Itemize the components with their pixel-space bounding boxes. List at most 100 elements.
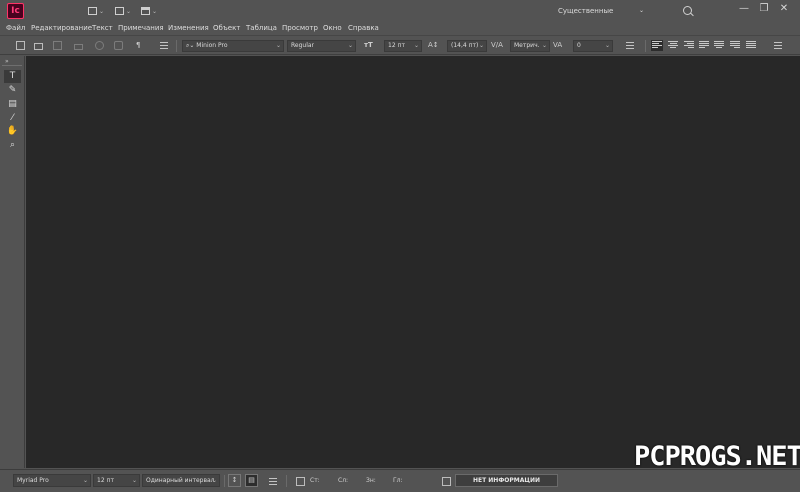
galley-menu-icon[interactable]	[269, 478, 277, 485]
paragraph-menu-icon[interactable]	[774, 42, 782, 49]
open-folder-icon[interactable]	[34, 43, 43, 50]
copyfit-info-icon[interactable]	[442, 477, 451, 486]
justify-all-icon[interactable]	[746, 41, 756, 50]
menu-help[interactable]: Справка	[348, 22, 379, 34]
font-size-icon: ᴛT	[364, 41, 373, 49]
incopy-logo: Ic	[7, 3, 24, 19]
font-family-select[interactable]: ⌕⌄ Minion Pro ⌄	[182, 40, 284, 52]
align-center-icon[interactable]	[668, 41, 678, 50]
chevron-down-icon: ⌄	[413, 42, 419, 49]
menu-changes[interactable]: Изменения	[168, 22, 209, 34]
chevron-down-icon: ⌄	[275, 42, 281, 49]
menu-edit[interactable]: Редактирование	[31, 22, 92, 34]
line-spacing-value: Одинарный интервал	[146, 477, 215, 484]
menu-notes[interactable]: Примечания	[118, 22, 164, 34]
screen-mode-icon	[115, 7, 124, 15]
arrange-documents-button[interactable]: ⌄	[141, 5, 163, 17]
kerning-value: Метрич.	[514, 42, 540, 49]
copyfit-icon[interactable]	[296, 477, 305, 486]
chevron-down-icon: ⌄	[152, 7, 158, 15]
divider	[286, 475, 287, 487]
minimize-button[interactable]: —	[735, 2, 753, 16]
new-document-icon[interactable]	[16, 41, 25, 50]
divider	[176, 40, 177, 52]
control-panel: ¶ ⌕⌄ Minion Pro ⌄ Regular ⌄ ᴛT 12 пт ⌄ A↕ (…	[0, 35, 800, 55]
note-icon: ▤	[8, 99, 17, 109]
tracking-field[interactable]: 0 ⌄	[573, 40, 613, 52]
view-options-button[interactable]: ⌄	[88, 5, 110, 17]
line-count-label: Ст:	[310, 477, 320, 484]
paragraph-styles-toggle[interactable]: ▤	[245, 474, 258, 487]
screen-mode-button[interactable]: ⌄	[115, 5, 137, 17]
menu-table[interactable]: Таблица	[246, 22, 277, 34]
word-count-label: Сл:	[338, 477, 349, 484]
chevron-down-icon: ⌄	[347, 42, 353, 49]
arrange-icon	[141, 7, 150, 15]
zoom-icon: ⌕	[9, 140, 16, 150]
leading-value: (14,4 пт)	[451, 42, 479, 49]
eyedropper-tool[interactable]: ⁄	[4, 112, 21, 125]
type-tool[interactable]: T	[4, 70, 21, 83]
position-tool[interactable]: ✎	[4, 84, 21, 97]
find-icon[interactable]	[95, 41, 104, 50]
chevron-down-icon: ⌄	[131, 477, 137, 484]
menu-file[interactable]: Файл	[6, 22, 25, 34]
font-style-select[interactable]: Regular ⌄	[287, 40, 356, 52]
line-spacing-select[interactable]: Одинарный интервал ⌄	[142, 474, 220, 487]
font-family-value: Minion Pro	[196, 42, 228, 49]
character-menu-icon[interactable]	[626, 42, 634, 49]
font-size-field[interactable]: 12 пт ⌄	[384, 40, 422, 52]
document-canvas[interactable]	[26, 56, 800, 468]
menu-bar: Файл Редактирование Текст Примечания Изм…	[0, 22, 800, 34]
hand-tool[interactable]: ✋	[4, 125, 21, 138]
galley-font-select[interactable]: Myriad Pro ⌄	[13, 474, 91, 487]
show-hidden-chars-button[interactable]: ¶	[136, 40, 140, 51]
justify-right-icon[interactable]	[730, 41, 740, 50]
justify-center-icon[interactable]	[714, 41, 724, 50]
font-style-value: Regular	[291, 42, 315, 49]
justify-left-icon[interactable]	[699, 41, 709, 50]
copyfit-info-button[interactable]: НЕТ ИНФОРМАЦИИ	[455, 474, 558, 487]
chevron-down-icon: ⌄	[82, 477, 88, 484]
workspace-switcher[interactable]: Существенные элементы ⌄	[553, 4, 646, 29]
align-right-icon[interactable]	[684, 41, 694, 50]
tools-panel: » T ✎ ▤ ⁄ ✋ ⌕	[0, 56, 25, 468]
search-icon[interactable]	[683, 6, 692, 15]
bottom-bar: Myriad Pro ⌄ 12 пт ⌄ Одинарный интервал ⌄ ↕…	[0, 469, 800, 492]
line-numbers-toggle[interactable]: ↕	[228, 474, 241, 487]
divider	[224, 475, 225, 487]
menu-window[interactable]: Окно	[323, 22, 342, 34]
divider	[2, 65, 22, 66]
close-button[interactable]: ✕	[775, 2, 793, 16]
menu-view[interactable]: Просмотр	[282, 22, 318, 34]
divider	[645, 40, 646, 52]
chevron-down-icon: ⌄	[211, 477, 217, 484]
char-count-label: Зн:	[366, 477, 376, 484]
galley-size-select[interactable]: 12 пт ⌄	[93, 474, 140, 487]
align-left-icon[interactable]	[651, 40, 663, 51]
type-icon: T	[9, 71, 16, 81]
panel-collapse-icon[interactable]: »	[5, 58, 9, 65]
panel-menu-icon[interactable]	[160, 42, 168, 49]
title-bar: Ic ⌄ ⌄ ⌄ Существенные элементы ⌄ — ❐ ✕	[0, 0, 800, 29]
spell-check-icon[interactable]	[114, 41, 123, 50]
search-icon: ⌕⌄	[186, 42, 197, 49]
tracking-icon: VA	[553, 41, 563, 49]
leading-field[interactable]: (14,4 пт) ⌄	[447, 40, 487, 52]
galley-font-value: Myriad Pro	[17, 477, 49, 484]
note-tool[interactable]: ▤	[4, 98, 21, 111]
font-size-value: 12 пт	[388, 42, 405, 49]
depth-label: Гл:	[393, 477, 403, 484]
watermark-text: PCPROGS.NET	[634, 441, 800, 472]
leading-icon: A↕	[428, 41, 439, 49]
chevron-down-icon: ⌄	[478, 42, 484, 49]
kerning-select[interactable]: Метрич. ⌄	[510, 40, 550, 52]
print-icon[interactable]	[74, 44, 83, 50]
hand-icon: ✋	[6, 126, 19, 136]
save-icon[interactable]	[53, 41, 62, 50]
zoom-tool[interactable]: ⌕	[4, 139, 21, 152]
menu-text[interactable]: Текст	[92, 22, 113, 34]
menu-object[interactable]: Объект	[213, 22, 240, 34]
tracking-value: 0	[577, 42, 581, 49]
restore-button[interactable]: ❐	[755, 2, 773, 16]
